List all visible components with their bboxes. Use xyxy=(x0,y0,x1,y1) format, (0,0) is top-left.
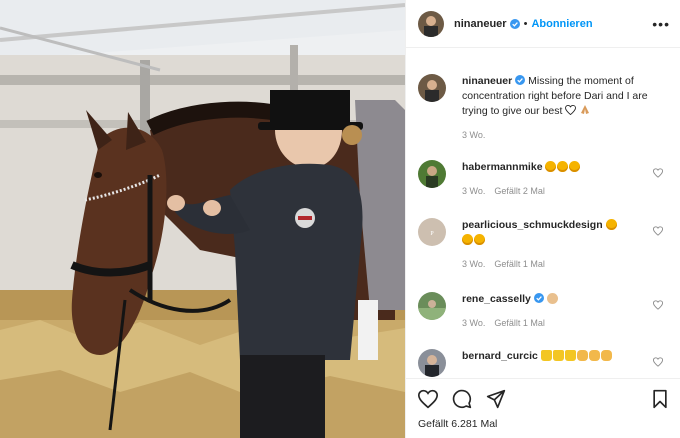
crown-emoji-icon xyxy=(552,350,564,361)
verified-icon xyxy=(515,75,526,85)
comment-username[interactable]: habermannmike xyxy=(462,161,543,173)
likes-count[interactable]: Gefällt 6.281 Mal xyxy=(418,418,497,430)
comment-item: P pearlicious_schmuckdesign 3 Wo. Gefällt… xyxy=(418,218,673,280)
comment-username[interactable]: rene_casselly xyxy=(462,293,531,305)
verified-icon xyxy=(533,293,544,303)
comment-avatar[interactable] xyxy=(418,349,446,377)
praying-hands-icon xyxy=(581,105,590,114)
heart-eyes-emoji-icon xyxy=(569,161,581,172)
author-avatar[interactable] xyxy=(418,10,444,37)
post-header: ninaneuer • Abonnieren ••• xyxy=(406,0,680,48)
post-side-panel: ninaneuer • Abonnieren ••• ninaneuer Mis… xyxy=(405,0,680,438)
comment-item: habermannmike 3 Wo. Gefällt 2 Mal xyxy=(418,160,673,210)
more-options-icon[interactable]: ••• xyxy=(652,16,670,32)
thumbs-up-emoji-icon xyxy=(588,350,600,361)
comment-time: 3 Wo. xyxy=(462,186,486,196)
like-comment-icon[interactable] xyxy=(653,357,663,367)
heart-outline-icon xyxy=(565,104,577,116)
like-comment-icon[interactable] xyxy=(653,300,663,310)
comment-avatar[interactable] xyxy=(418,160,446,188)
caption: ninaneuer Missing the moment of concentr… xyxy=(418,74,673,144)
crown-emoji-icon xyxy=(540,350,552,361)
like-comment-icon[interactable] xyxy=(653,226,663,236)
heart-icon[interactable] xyxy=(418,389,438,409)
comment-likes[interactable]: Gefällt 1 Mal xyxy=(494,318,545,328)
caption-username[interactable]: ninaneuer xyxy=(462,75,512,87)
heart-eyes-emoji-icon xyxy=(474,234,485,245)
comment-avatar[interactable]: P xyxy=(418,218,446,246)
comment-time: 3 Wo. xyxy=(462,318,486,328)
share-icon[interactable] xyxy=(486,389,506,409)
post-actions: Gefällt 6.281 Mal xyxy=(406,378,680,438)
comment-time: 3 Wo. xyxy=(462,259,486,269)
person-emoji-icon xyxy=(546,293,558,304)
header-separator: • xyxy=(523,17,528,30)
crown-emoji-icon xyxy=(564,350,576,361)
comment-likes[interactable]: Gefällt 1 Mal xyxy=(494,259,545,269)
heart-eyes-emoji-icon xyxy=(462,234,473,245)
comment-username[interactable]: bernard_curcic xyxy=(462,350,538,362)
comment-likes[interactable]: Gefällt 2 Mal xyxy=(494,186,545,196)
verified-icon xyxy=(509,18,520,29)
thumbs-up-emoji-icon xyxy=(600,350,612,361)
comments-list[interactable]: ninaneuer Missing the moment of concentr… xyxy=(406,62,680,378)
follow-button[interactable]: Abonnieren xyxy=(531,18,592,30)
comment-avatar[interactable] xyxy=(418,292,446,320)
author-username[interactable]: ninaneuer xyxy=(454,18,507,30)
post-photo[interactable] xyxy=(0,0,405,438)
comment-username[interactable]: pearlicious_schmuckdesign xyxy=(462,219,603,231)
heart-eyes-emoji-icon xyxy=(605,219,617,230)
heart-eyes-emoji-icon xyxy=(545,161,557,172)
comment-item: rene_casselly 3 Wo. Gefällt 1 Mal xyxy=(418,292,673,342)
thumbs-up-emoji-icon xyxy=(576,350,588,361)
post-photo-image xyxy=(0,0,405,438)
instagram-post: ninaneuer • Abonnieren ••• ninaneuer Mis… xyxy=(0,0,680,438)
comment-icon[interactable] xyxy=(452,389,472,409)
caption-time: 3 Wo. xyxy=(462,130,486,140)
caption-avatar[interactable] xyxy=(418,74,446,102)
comment-item: bernard_curcic xyxy=(418,349,673,378)
like-comment-icon[interactable] xyxy=(653,168,663,178)
heart-eyes-emoji-icon xyxy=(557,161,569,172)
bookmark-icon[interactable] xyxy=(650,389,670,409)
